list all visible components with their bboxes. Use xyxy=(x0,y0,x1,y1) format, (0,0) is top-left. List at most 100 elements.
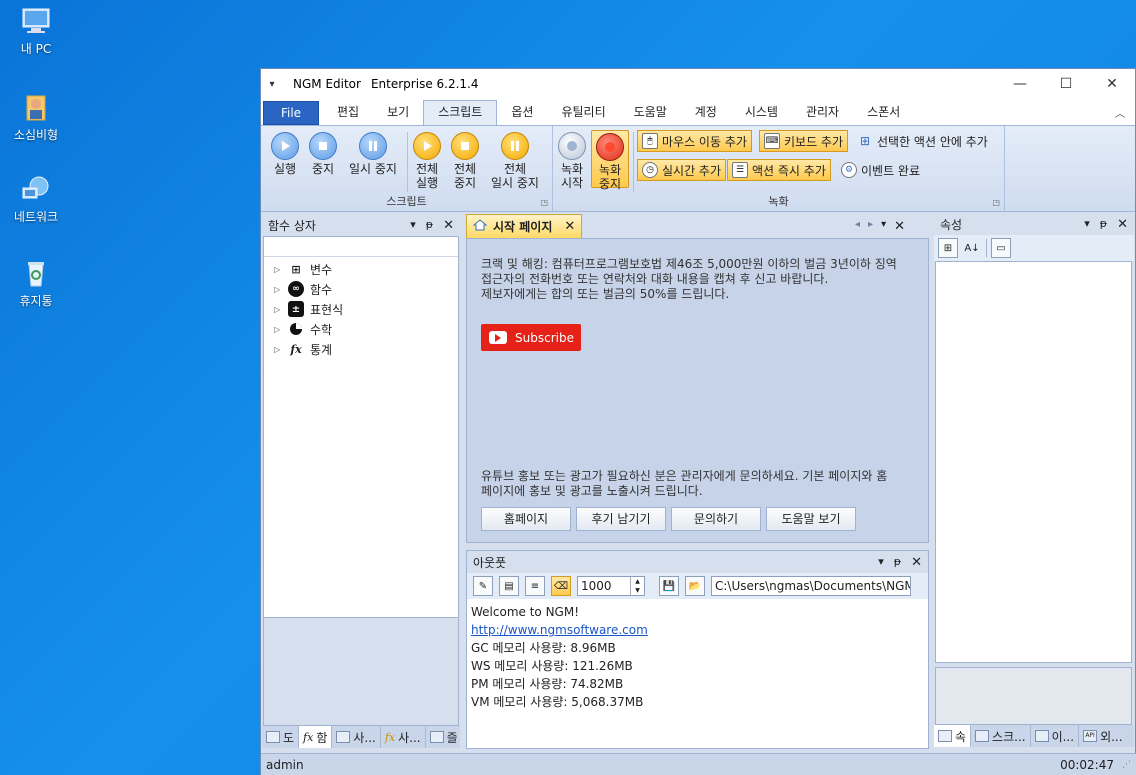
bottom-tab-user-1[interactable]: 사... xyxy=(332,726,381,748)
line-limit-stepper[interactable]: 1000 ▲ ▼ xyxy=(577,576,645,596)
list-icon[interactable]: ≡ xyxy=(525,576,545,596)
tree-item-variable[interactable]: ▷ ⊞ 변수 xyxy=(264,259,458,279)
folder-icon[interactable]: 📂 xyxy=(685,576,705,596)
tab-utility[interactable]: 유틸리티 xyxy=(547,101,619,125)
tab-list-icon[interactable]: ▾ xyxy=(881,219,886,234)
function-search-input[interactable] xyxy=(264,237,458,257)
log-line: PM 메모리 사용량: 74.82MB xyxy=(471,677,624,691)
contact-button[interactable]: 문의하기 xyxy=(671,507,761,531)
scroll-left-icon[interactable]: ◂ xyxy=(855,219,860,234)
pin-icon[interactable]: ᵽ xyxy=(426,218,433,233)
quick-access-dropdown-icon[interactable]: ▾ xyxy=(261,79,283,90)
desktop-icon-network[interactable]: 네트워크 xyxy=(4,174,68,225)
pause-button[interactable]: 일시 중지 xyxy=(343,132,403,176)
properties-panel: 속성 ▾ ᵽ ✕ ⊞ A↓ ▭ 속 스크... 이... API 외... xyxy=(934,213,1134,749)
bottom-tab-image[interactable]: 이... xyxy=(1031,725,1080,747)
realtime-add-button[interactable]: ◷ 실시간 추가 xyxy=(637,159,727,181)
add-action-immediately-label: 액션 즉시 추가 xyxy=(752,163,826,178)
run-button[interactable]: 실행 xyxy=(267,132,303,176)
expand-arrow-icon[interactable]: ▷ xyxy=(274,285,286,294)
broom-icon[interactable]: ✎ xyxy=(473,576,493,596)
dialog-launcher-icon[interactable]: ◳ xyxy=(992,198,1000,207)
bottom-tab-properties[interactable]: 속 xyxy=(934,725,972,747)
pause-all-button[interactable]: 전체 일시 중지 xyxy=(485,132,545,190)
minimize-button[interactable]: — xyxy=(997,69,1043,99)
add-in-selected-action-button[interactable]: ⊞ 선택한 액션 안에 추가 xyxy=(853,130,992,152)
output-path-field[interactable]: C:\Users\ngmas\Documents\NGM6\ xyxy=(711,576,911,596)
tab-view[interactable]: 보기 xyxy=(373,101,423,125)
homepage-button[interactable]: 홈페이지 xyxy=(481,507,571,531)
function-box-bottom-tabs: 도 fx 함 사... fx 사... 즐 xyxy=(262,726,460,748)
tab-help[interactable]: 도움말 xyxy=(620,101,681,125)
panel-menu-icon[interactable]: ▾ xyxy=(1084,217,1090,232)
tree-item-statistics[interactable]: ▷ fx 통계 xyxy=(264,339,458,359)
tree-item-math[interactable]: ▷ 수학 xyxy=(264,319,458,339)
stop-all-button[interactable]: 전체 중지 xyxy=(447,132,483,190)
categorized-icon[interactable]: ⊞ xyxy=(938,238,958,258)
tab-admin[interactable]: 관리자 xyxy=(792,101,853,125)
website-link[interactable]: http://www.ngmsoftware.com xyxy=(467,621,928,639)
desktop-icon-user[interactable]: 소심비형 xyxy=(4,92,68,143)
run-all-button[interactable]: 전체 실행 xyxy=(409,132,445,190)
record-stop-button[interactable]: 녹화 중지 xyxy=(591,130,629,191)
tab-system[interactable]: 시스템 xyxy=(731,101,792,125)
bottom-tab-external[interactable]: API 외... xyxy=(1079,725,1126,747)
scroll-right-icon[interactable]: ▸ xyxy=(868,219,873,234)
tab-start-page[interactable]: 시작 페이지 ✕ xyxy=(466,214,583,238)
panel-menu-icon[interactable]: ▾ xyxy=(410,218,416,233)
resize-grip-icon[interactable]: ⋰ xyxy=(1122,760,1131,770)
bottom-tab-label: 즐 xyxy=(446,730,458,745)
subscribe-button[interactable]: Subscribe xyxy=(481,324,581,351)
bottom-tab-function[interactable]: fx 함 xyxy=(299,726,333,748)
dialog-launcher-icon[interactable]: ◳ xyxy=(540,198,548,207)
record-start-button[interactable]: 녹화 시작 xyxy=(555,132,589,190)
tab-close-icon[interactable]: ✕ xyxy=(564,219,575,234)
tab-edit[interactable]: 편집 xyxy=(323,101,373,125)
ribbon: 실행 중지 일시 중지 전체 실행 전체 중지 전체 일시 중지 스크립트 ◳ … xyxy=(261,125,1135,212)
document-close-icon[interactable]: ✕ xyxy=(894,219,905,234)
tab-file[interactable]: File xyxy=(263,101,319,125)
tree-item-function[interactable]: ▷ ∞ 함수 xyxy=(264,279,458,299)
expand-arrow-icon[interactable]: ▷ xyxy=(274,325,286,334)
property-grid[interactable] xyxy=(935,261,1132,663)
tab-options[interactable]: 옵션 xyxy=(497,101,547,125)
add-mouse-move-button[interactable]: 🖱 마우스 이동 추가 xyxy=(637,130,752,152)
expand-arrow-icon[interactable]: ▷ xyxy=(274,305,286,314)
panel-close-icon[interactable]: ✕ xyxy=(911,555,922,570)
desktop-icon-label: 내 PC xyxy=(20,42,52,56)
desktop-icon-pc[interactable]: 내 PC xyxy=(4,6,68,57)
save-icon[interactable]: 💾 xyxy=(659,576,679,596)
write-review-button[interactable]: 후기 남기기 xyxy=(576,507,666,531)
bottom-tab-user-2[interactable]: fx 사... xyxy=(381,726,426,748)
pin-icon[interactable]: ᵽ xyxy=(894,555,901,570)
eraser-icon[interactable]: ⌫ xyxy=(551,576,571,596)
pin-icon[interactable]: ᵽ xyxy=(1100,217,1107,232)
panel-close-icon[interactable]: ✕ xyxy=(1117,217,1128,232)
bottom-tab-script[interactable]: 스크... xyxy=(971,725,1031,747)
toolbox-icon xyxy=(266,731,280,743)
expand-arrow-icon[interactable]: ▷ xyxy=(274,265,286,274)
close-button[interactable]: ✕ xyxy=(1089,69,1135,99)
sort-alpha-icon[interactable]: A↓ xyxy=(962,238,982,258)
desktop-icon-recycle-bin[interactable]: 휴지통 xyxy=(4,258,68,309)
new-document-icon[interactable]: ▤ xyxy=(499,576,519,596)
property-pages-icon[interactable]: ▭ xyxy=(991,238,1011,258)
bottom-tab-toolbox[interactable]: 도 xyxy=(262,726,300,748)
tab-sponsor[interactable]: 스폰서 xyxy=(853,101,914,125)
add-keyboard-button[interactable]: ⌨ 키보드 추가 xyxy=(759,130,849,152)
maximize-button[interactable]: ☐ xyxy=(1043,69,1089,99)
stop-button[interactable]: 중지 xyxy=(305,132,341,176)
event-complete-button[interactable]: ⚙ 이벤트 완료 xyxy=(837,159,924,181)
stepper-arrows-icon[interactable]: ▲ ▼ xyxy=(630,577,644,595)
panel-menu-icon[interactable]: ▾ xyxy=(878,555,884,570)
tree-item-expression[interactable]: ▷ ± 표현식 xyxy=(264,299,458,319)
bottom-tab-label: 스크... xyxy=(992,729,1026,744)
bottom-tab-favorites[interactable]: 즐 xyxy=(426,726,462,748)
collapse-ribbon-icon[interactable]: ︿ xyxy=(1115,105,1125,120)
add-action-immediately-button[interactable]: ☰ 액션 즉시 추가 xyxy=(727,159,831,181)
panel-close-icon[interactable]: ✕ xyxy=(443,218,454,233)
expand-arrow-icon[interactable]: ▷ xyxy=(274,345,286,354)
view-help-button[interactable]: 도움말 보기 xyxy=(766,507,856,531)
tab-script[interactable]: 스크립트 xyxy=(423,100,498,125)
tab-account[interactable]: 계정 xyxy=(681,101,731,125)
